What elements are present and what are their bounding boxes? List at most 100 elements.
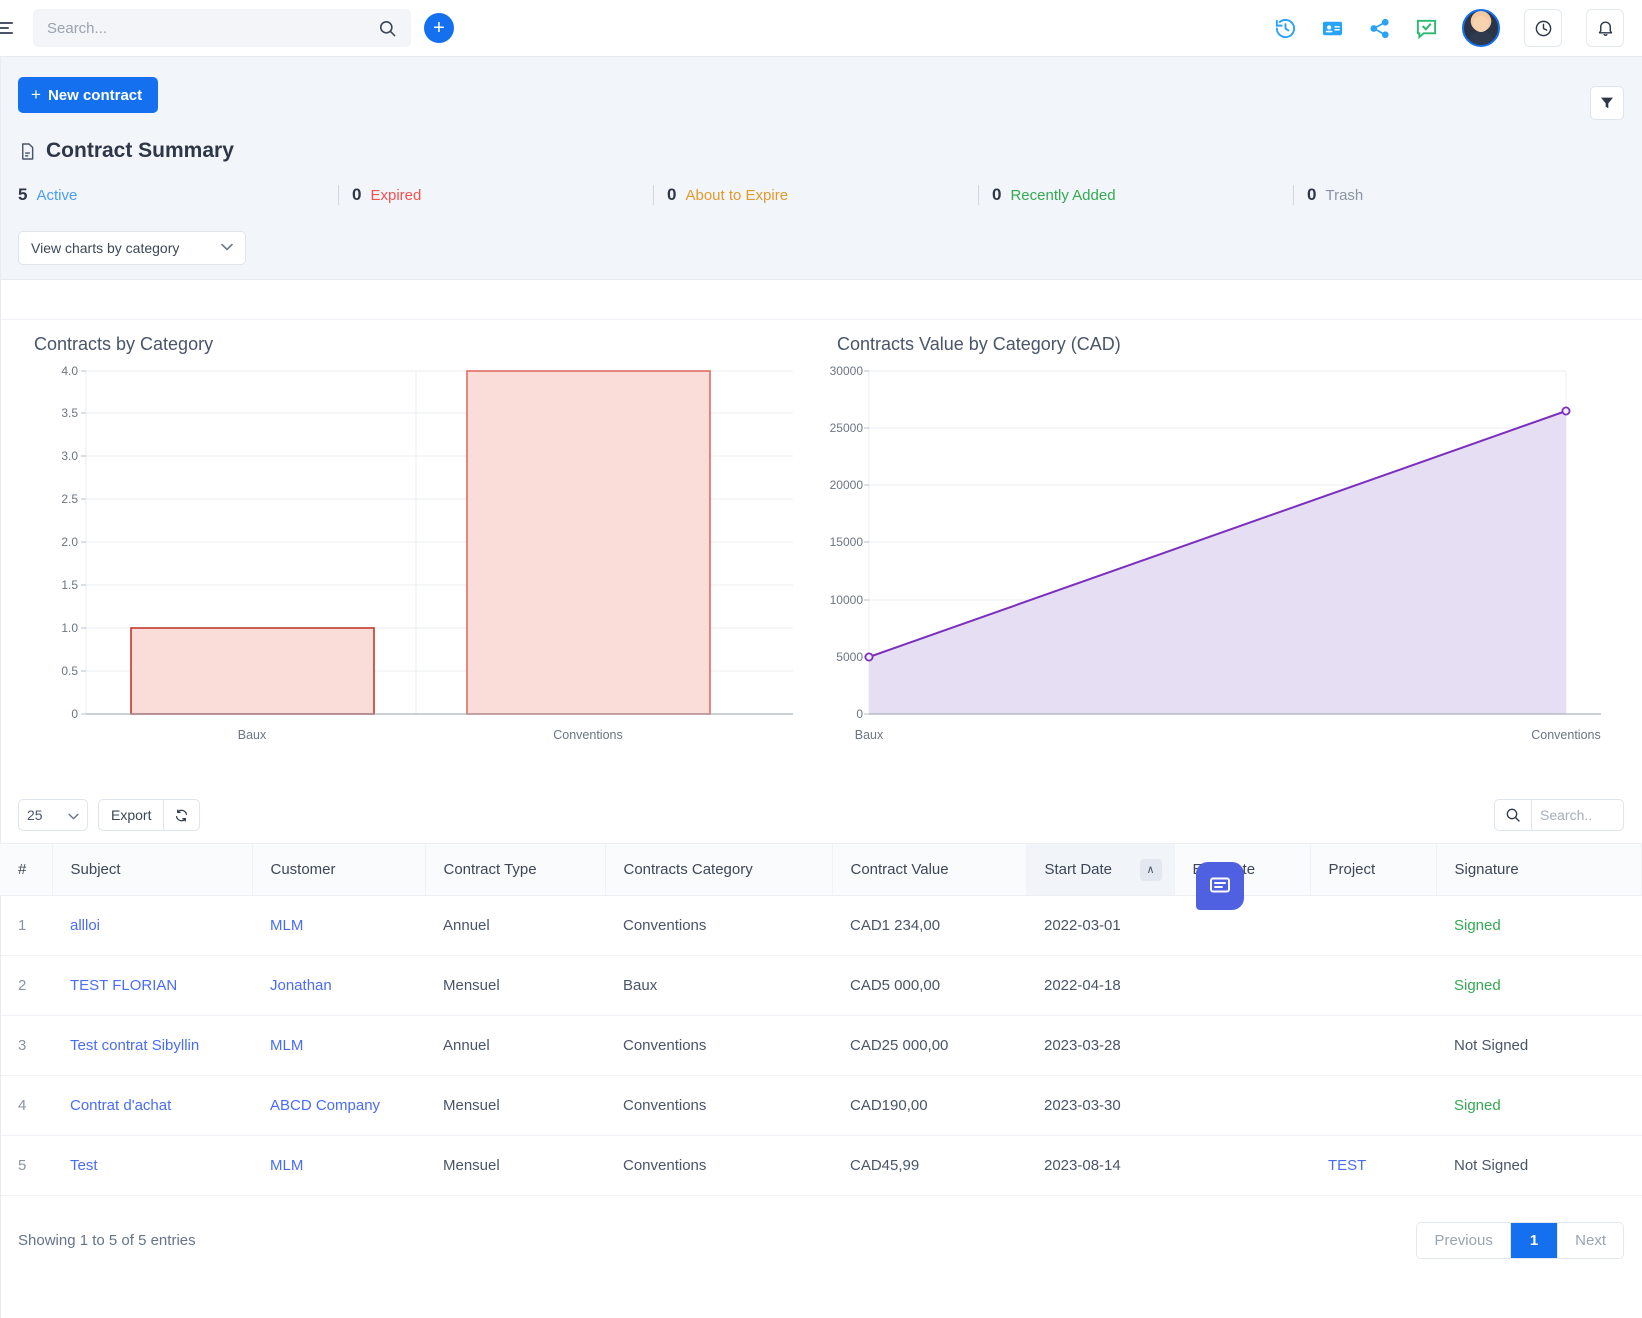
chart-contracts-value-by-category: Contracts Value by Category (CAD) 30000 …	[821, 334, 1624, 781]
bar-baux[interactable]	[130, 627, 375, 715]
chart-category-select[interactable]: View charts by category	[18, 231, 246, 265]
page-length-select[interactable]: 25	[18, 799, 88, 831]
topbar-actions	[1274, 9, 1624, 47]
svg-text:15000: 15000	[830, 535, 864, 549]
svg-text:Baux: Baux	[855, 728, 884, 742]
stat-label: Trash	[1325, 187, 1364, 204]
cell-customer[interactable]: MLM	[252, 1015, 425, 1076]
cell-project[interactable]	[1310, 1015, 1436, 1076]
col-contract-type[interactable]: Contract Type	[425, 843, 606, 896]
stat-label: About to Expire	[685, 187, 789, 204]
table-search-input[interactable]	[1532, 799, 1624, 831]
cell-customer[interactable]: Jonathan	[252, 955, 425, 1016]
cell-project[interactable]	[1310, 1075, 1436, 1136]
cell-end-date	[1174, 1075, 1310, 1136]
export-button[interactable]: Export	[98, 799, 165, 831]
new-contract-button[interactable]: + New contract	[18, 77, 159, 113]
charts-row: Contracts by Category 4.0 3.5 3.0 2.5 2.…	[0, 320, 1642, 785]
col-subject[interactable]: Subject	[52, 843, 253, 896]
cell-customer[interactable]: ABCD Company	[252, 1075, 425, 1136]
stat-about-to-expire[interactable]: 0 About to Expire	[653, 185, 978, 205]
filter-button[interactable]	[1590, 86, 1624, 120]
table-row[interactable]: 2 TEST FLORIAN Jonathan Mensuel Baux CAD…	[0, 955, 1642, 1016]
contact-card-icon[interactable]	[1321, 17, 1344, 40]
sort-asc-icon[interactable]: ∧	[1139, 858, 1162, 881]
table-row[interactable]: 4 Contrat d'achat ABCD Company Mensuel C…	[0, 1075, 1642, 1136]
cell-subject[interactable]: Test	[52, 1135, 252, 1196]
cell-contracts-category: Conventions	[605, 1075, 832, 1136]
col-start-date-label: Start Date	[1044, 861, 1113, 878]
col-project[interactable]: Project	[1310, 843, 1437, 896]
table-row[interactable]: 3 Test contrat Sibyllin MLM Annuel Conve…	[0, 1015, 1642, 1076]
search-input[interactable]	[47, 19, 378, 37]
cell-subject[interactable]: Contrat d'achat	[52, 1075, 252, 1136]
cell-subject[interactable]: Test contrat Sibyllin	[52, 1015, 252, 1076]
area-chart-svg[interactable]: 30000 25000 20000 15000 10000 5000 0 Bau…	[821, 361, 1611, 781]
stat-label: Recently Added	[1010, 187, 1116, 204]
point-conventions[interactable]	[1561, 406, 1571, 416]
pagination-page-1[interactable]: 1	[1510, 1223, 1559, 1258]
cell-end-date	[1174, 955, 1310, 1016]
cell-signature: Signed	[1436, 895, 1642, 956]
cell-customer[interactable]: MLM	[252, 895, 425, 956]
stat-recently-added[interactable]: 0 Recently Added	[978, 185, 1293, 205]
stat-count: 0	[667, 185, 677, 204]
cell-index: 5	[0, 1135, 52, 1196]
new-contract-label: New contract	[47, 86, 143, 104]
pagination-previous[interactable]: Previous	[1417, 1223, 1511, 1258]
cell-index: 3	[0, 1015, 52, 1076]
bar-conventions[interactable]	[466, 370, 711, 715]
chat-button[interactable]	[1196, 862, 1244, 910]
cell-contract-value: CAD5 000,00	[832, 955, 1026, 1016]
svg-text:0: 0	[856, 707, 863, 721]
quick-add-button[interactable]: +	[424, 13, 454, 43]
bell-icon[interactable]	[1586, 9, 1624, 47]
cell-subject[interactable]: allloi	[52, 895, 252, 956]
svg-text:Conventions: Conventions	[553, 728, 623, 742]
col-contracts-category[interactable]: Contracts Category	[605, 843, 833, 896]
table-action-group: Export	[98, 799, 201, 831]
page-title: Contract Summary	[18, 139, 1624, 163]
table-controls: 25 Export	[0, 785, 1642, 843]
history-icon[interactable]	[1274, 17, 1297, 40]
col-signature[interactable]: Signature	[1436, 843, 1642, 896]
col-contract-value[interactable]: Contract Value	[832, 843, 1027, 896]
search-icon[interactable]	[1494, 799, 1532, 831]
table-footer: Showing 1 to 5 of 5 entries Previous 1 N…	[0, 1196, 1642, 1279]
pagination-next[interactable]: Next	[1558, 1223, 1623, 1258]
table-body: 1 allloi MLM Annuel Conventions CAD1 234…	[0, 895, 1642, 1196]
table-row[interactable]: 1 allloi MLM Annuel Conventions CAD1 234…	[0, 895, 1642, 956]
cell-project[interactable]	[1310, 955, 1436, 1016]
col-index[interactable]: #	[0, 843, 53, 896]
chart-contracts-by-category: Contracts by Category 4.0 3.5 3.0 2.5 2.…	[18, 334, 821, 781]
point-baux[interactable]	[864, 652, 874, 662]
search-icon[interactable]	[378, 19, 397, 38]
cell-contract-value: CAD25 000,00	[832, 1015, 1026, 1076]
clock-icon[interactable]	[1524, 9, 1562, 47]
summary-stats: 5 Active 0 Expired 0 About to Expire 0 R…	[18, 185, 1624, 205]
cell-project[interactable]: TEST	[1310, 1135, 1436, 1196]
stat-active[interactable]: 5 Active	[18, 185, 338, 205]
hamburger-icon[interactable]	[0, 22, 19, 34]
stat-trash[interactable]: 0 Trash	[1293, 185, 1363, 205]
svg-text:3.0: 3.0	[61, 449, 78, 463]
avatar[interactable]	[1462, 9, 1500, 47]
chart-title: Contracts Value by Category (CAD)	[837, 334, 1624, 355]
stat-expired[interactable]: 0 Expired	[338, 185, 653, 205]
refresh-button[interactable]	[164, 799, 201, 831]
col-start-date[interactable]: Start Date ∧	[1026, 843, 1175, 896]
chat-check-icon[interactable]	[1415, 17, 1438, 40]
table-header-row: # Subject Customer Contract Type Contrac…	[0, 843, 1642, 896]
cell-subject[interactable]: TEST FLORIAN	[52, 955, 252, 1016]
cell-start-date: 2022-04-18	[1026, 955, 1174, 1016]
bar-chart-svg[interactable]: 4.0 3.5 3.0 2.5 2.0 1.5 1.0 0.5 0 Baux C…	[18, 361, 808, 781]
global-search[interactable]	[33, 9, 411, 47]
stat-count: 0	[1307, 185, 1317, 204]
cell-customer[interactable]: MLM	[252, 1135, 425, 1196]
col-customer[interactable]: Customer	[252, 843, 426, 896]
share-icon[interactable]	[1368, 17, 1391, 40]
svg-text:10000: 10000	[830, 593, 864, 607]
cell-project[interactable]	[1310, 895, 1436, 956]
chevron-down-icon	[221, 242, 233, 254]
table-row[interactable]: 5 Test MLM Mensuel Conventions CAD45,99 …	[0, 1135, 1642, 1196]
